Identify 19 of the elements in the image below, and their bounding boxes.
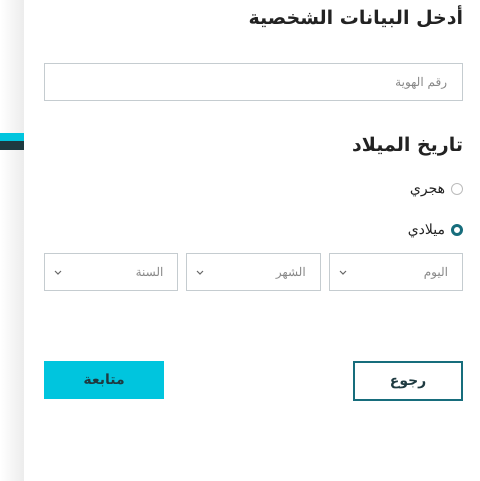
continue-button[interactable]: متابعة [44,361,164,399]
back-button[interactable]: رجوع [353,361,463,401]
chevron-down-icon [338,270,347,274]
section-title: تاريخ الميلاد [352,133,463,158]
chevron-down-icon [54,270,62,274]
radio-button[interactable] [451,183,463,195]
form-title: أدخل البيانات الشخصية [248,4,463,31]
radio-label: هجري [410,180,445,198]
dropdown[interactable]: السنة [44,253,178,291]
dropdown-placeholder: السنة [136,264,164,281]
radio-label: ميلادي [408,220,445,240]
dropdown[interactable]: الشهر [186,253,321,291]
radio-button[interactable] [451,224,463,236]
chevron-down-icon [196,270,204,274]
dropdown-placeholder: الشهر [276,264,306,281]
id-field[interactable]: رقم الهوية [44,63,463,101]
dropdown[interactable]: اليوم [328,253,463,291]
dropdown-placeholder: اليوم [424,264,448,281]
side-stripe [0,133,24,150]
